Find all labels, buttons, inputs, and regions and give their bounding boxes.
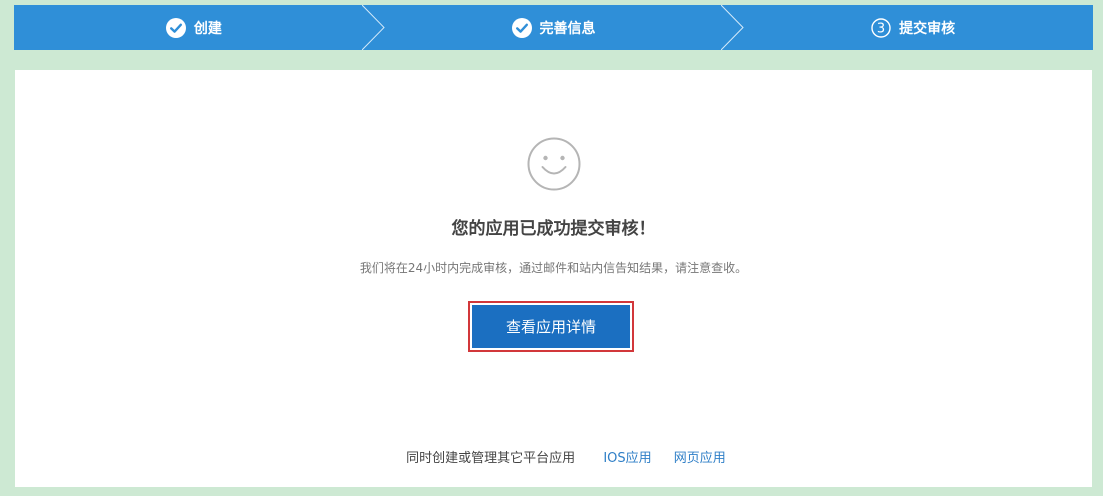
check-circle-icon [511, 17, 532, 38]
check-circle-icon [165, 17, 186, 38]
step-label: 创建 [193, 20, 222, 37]
step-divider-chevron [721, 5, 745, 50]
success-title: 您的应用已成功提交审核！ [451, 219, 656, 239]
step-submit-review: 3 提交审核 [733, 5, 1093, 50]
other-platforms-footer: 同时创建或管理其它平台应用 IOS应用 网页应用 [15, 447, 1092, 466]
review-description: 我们将在24小时内完成审核，通过邮件和站内信告知结果，请注意查收。 [359, 261, 748, 275]
step-create: 创建 [14, 5, 385, 50]
step-complete-info: 完善信息 [374, 5, 745, 50]
number-circle-icon: 3 [871, 17, 891, 38]
step-divider-chevron [361, 5, 385, 50]
smiley-face-icon [527, 137, 581, 191]
step-progress-bar: 创建 完善信息 3 提交审核 [14, 5, 1093, 50]
highlight-frame: 查看应用详情 [468, 301, 634, 352]
web-app-link[interactable]: 网页应用 [674, 451, 726, 466]
step-label: 提交审核 [899, 20, 956, 37]
step-number: 3 [877, 21, 885, 36]
step-label: 完善信息 [539, 20, 596, 37]
result-panel: 您的应用已成功提交审核！ 我们将在24小时内完成审核，通过邮件和站内信告知结果，… [15, 70, 1092, 487]
view-app-details-button[interactable]: 查看应用详情 [472, 305, 630, 348]
ios-app-link[interactable]: IOS应用 [603, 451, 651, 466]
footer-text: 同时创建或管理其它平台应用 [406, 451, 576, 466]
